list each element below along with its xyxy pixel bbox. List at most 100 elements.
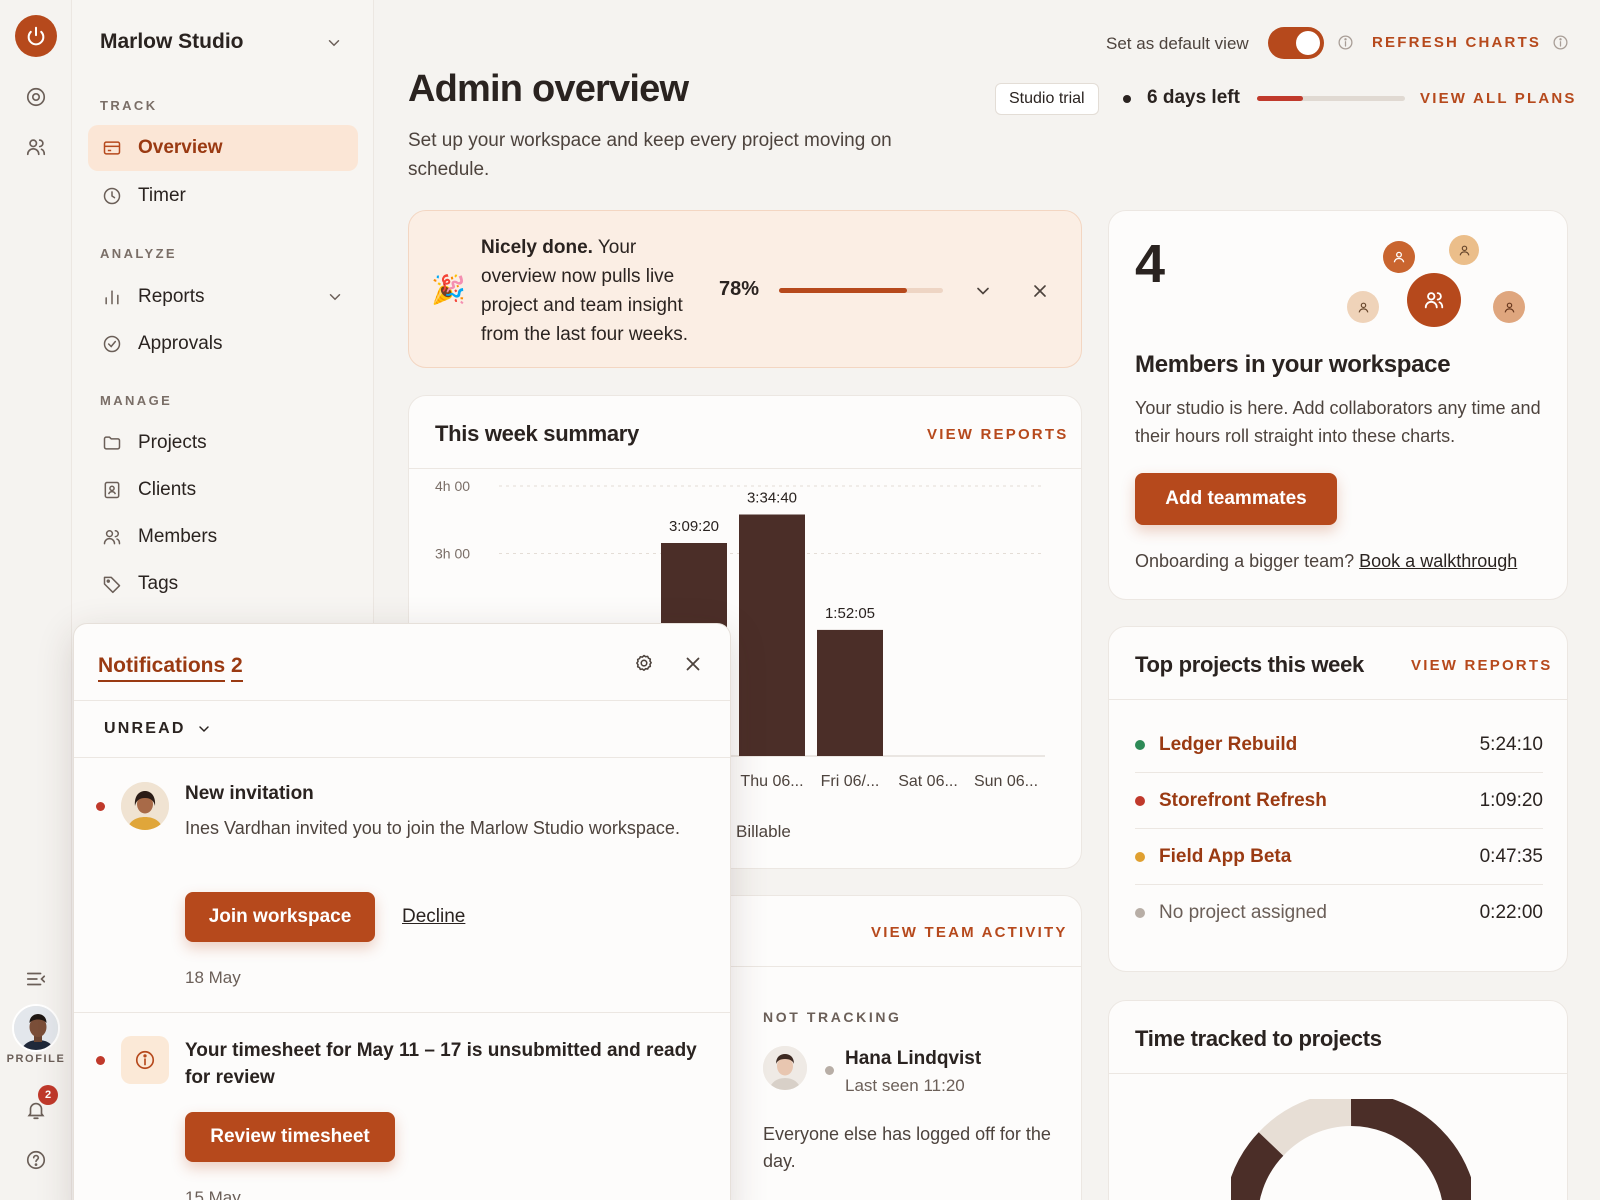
book-walkthrough-link[interactable]: Book a walkthrough xyxy=(1359,551,1517,571)
section-label-manage: MANAGE xyxy=(100,393,173,408)
sidebar-item-label: Overview xyxy=(138,137,223,158)
add-teammates-button[interactable]: Add teammates xyxy=(1135,473,1337,525)
info-icon[interactable] xyxy=(1552,34,1569,51)
members-icon xyxy=(100,525,124,549)
project-color-dot xyxy=(1135,795,1145,806)
team-person-seen: Last seen 11:20 xyxy=(845,1076,965,1095)
sidebar-item-timer[interactable]: Timer xyxy=(88,173,358,219)
sidebar-item-label: Clients xyxy=(138,479,197,500)
project-row[interactable]: No project assigned 0:22:00 xyxy=(1135,885,1543,941)
section-label-track: TRACK xyxy=(100,98,158,113)
help-icon[interactable] xyxy=(20,1144,52,1176)
x-tick-label: Fri 06/... xyxy=(821,773,880,790)
project-time: 0:22:00 xyxy=(1479,902,1543,923)
gear-icon[interactable] xyxy=(633,653,655,675)
project-name: Field App Beta xyxy=(1159,845,1292,867)
chevron-down-icon[interactable] xyxy=(973,281,993,301)
divider xyxy=(409,468,1081,469)
members-icon[interactable] xyxy=(20,131,52,163)
project-name: No project assigned xyxy=(1159,902,1327,923)
project-time: 5:24:10 xyxy=(1479,733,1543,755)
sidebar-item-projects[interactable]: Projects xyxy=(88,420,358,466)
projects-title: Top projects this week xyxy=(1135,652,1364,677)
project-time: 0:47:35 xyxy=(1479,845,1543,867)
y-tick-label: 4h 00 xyxy=(435,478,470,494)
project-name: Storefront Refresh xyxy=(1159,789,1327,811)
menu-collapse-icon[interactable] xyxy=(20,963,52,995)
donut-chart xyxy=(1231,1099,1471,1200)
card-icon xyxy=(100,136,124,160)
project-row[interactable]: Field App Beta 0:47:35 xyxy=(1135,829,1543,885)
sidebar-item-members[interactable]: Members xyxy=(88,514,358,560)
review-timesheet-button[interactable]: Review timesheet xyxy=(185,1112,395,1162)
divider xyxy=(74,1012,730,1013)
members-count: 4 xyxy=(1135,234,1166,294)
notification-title: New invitation xyxy=(185,783,314,804)
close-icon[interactable] xyxy=(682,653,704,675)
profile-avatar[interactable] xyxy=(12,1004,60,1052)
project-name: Ledger Rebuild xyxy=(1159,733,1298,755)
x-tick-label: Sat 06... xyxy=(898,773,958,790)
days-left: 6 days left xyxy=(1147,87,1240,108)
sidebar-item-reports[interactable]: Reports xyxy=(88,274,358,320)
unread-dot xyxy=(96,1056,105,1065)
info-icon[interactable] xyxy=(1337,34,1354,51)
default-view-toggle[interactable] xyxy=(1268,27,1324,59)
page-subtitle: Set up your workspace and keep every pro… xyxy=(408,130,892,180)
team-person-name[interactable]: Hana Lindqvist xyxy=(845,1048,981,1070)
divider xyxy=(1109,1073,1567,1074)
x-tick-label: Thu 06... xyxy=(740,773,803,790)
close-icon[interactable] xyxy=(1030,281,1050,301)
x-tick-label: Sun 06... xyxy=(974,773,1038,790)
chevron-down-icon xyxy=(196,721,212,737)
view-reports-link[interactable]: VIEW REPORTS xyxy=(927,426,1068,443)
project-time: 1:09:20 xyxy=(1479,789,1543,811)
view-team-activity-link[interactable]: VIEW TEAM ACTIVITY xyxy=(871,924,1068,941)
target-icon[interactable] xyxy=(20,81,52,113)
power-icon[interactable] xyxy=(15,15,57,57)
project-color-dot xyxy=(1135,739,1145,750)
chevron-down-icon xyxy=(326,288,344,306)
unread-filter-dropdown[interactable]: UNREAD xyxy=(104,720,212,738)
contact-card-icon xyxy=(100,478,124,502)
sidebar-item-clients[interactable]: Clients xyxy=(88,467,358,513)
party-popper-icon: 🎉 xyxy=(431,274,466,305)
notification-body: Ines Vardhan invited you to join the Mar… xyxy=(185,818,680,838)
banner-bold: Nicely done. xyxy=(481,237,593,258)
workspace-name[interactable]: Marlow Studio xyxy=(100,30,244,54)
filter-label: UNREAD xyxy=(104,720,186,737)
project-color-dot xyxy=(1135,851,1145,862)
success-banner: 🎉 Nicely done. Your overview now pulls l… xyxy=(408,210,1082,368)
view-all-plans-link[interactable]: VIEW ALL PLANS xyxy=(1420,90,1577,107)
info-icon xyxy=(121,1036,169,1084)
sidebar-item-overview[interactable]: Overview xyxy=(88,125,358,171)
notifications-count: 2 xyxy=(231,654,243,682)
member-avatar xyxy=(1383,241,1415,273)
project-row[interactable]: Ledger Rebuild 5:24:10 xyxy=(1135,717,1543,773)
chevron-down-icon[interactable] xyxy=(325,34,343,52)
project-row[interactable]: Storefront Refresh 1:09:20 xyxy=(1135,773,1543,829)
sidebar-item-label: Timer xyxy=(138,185,186,206)
check-circle-icon xyxy=(100,332,124,356)
notification-date: 18 May xyxy=(185,968,241,987)
sidebar-item-label: Projects xyxy=(138,432,207,453)
members-desc: Your studio is here. Add collaborators a… xyxy=(1135,398,1541,446)
status-dot xyxy=(825,1066,834,1075)
refresh-charts-link[interactable]: REFRESH CHARTS xyxy=(1372,34,1541,51)
tag-icon xyxy=(100,572,124,596)
decline-link[interactable]: Decline xyxy=(402,906,465,928)
divider xyxy=(74,757,730,758)
join-workspace-button[interactable]: Join workspace xyxy=(185,892,375,942)
view-reports-link[interactable]: VIEW REPORTS xyxy=(1411,657,1552,674)
members-footer: Onboarding a bigger team? Book a walkthr… xyxy=(1135,551,1517,572)
sidebar-item-approvals[interactable]: Approvals xyxy=(88,321,358,367)
page-title: Admin overview xyxy=(408,68,689,110)
banner-progress-bar xyxy=(779,288,943,293)
bar-value-label: 1:52:05 xyxy=(825,605,875,622)
trial-progress-bar xyxy=(1257,96,1405,101)
unread-dot xyxy=(96,802,105,811)
sidebar-item-tags[interactable]: Tags xyxy=(88,561,358,607)
notifications-title[interactable]: Notifications xyxy=(98,654,226,682)
divider xyxy=(74,700,730,701)
members-title: Members in your workspace xyxy=(1135,351,1451,378)
